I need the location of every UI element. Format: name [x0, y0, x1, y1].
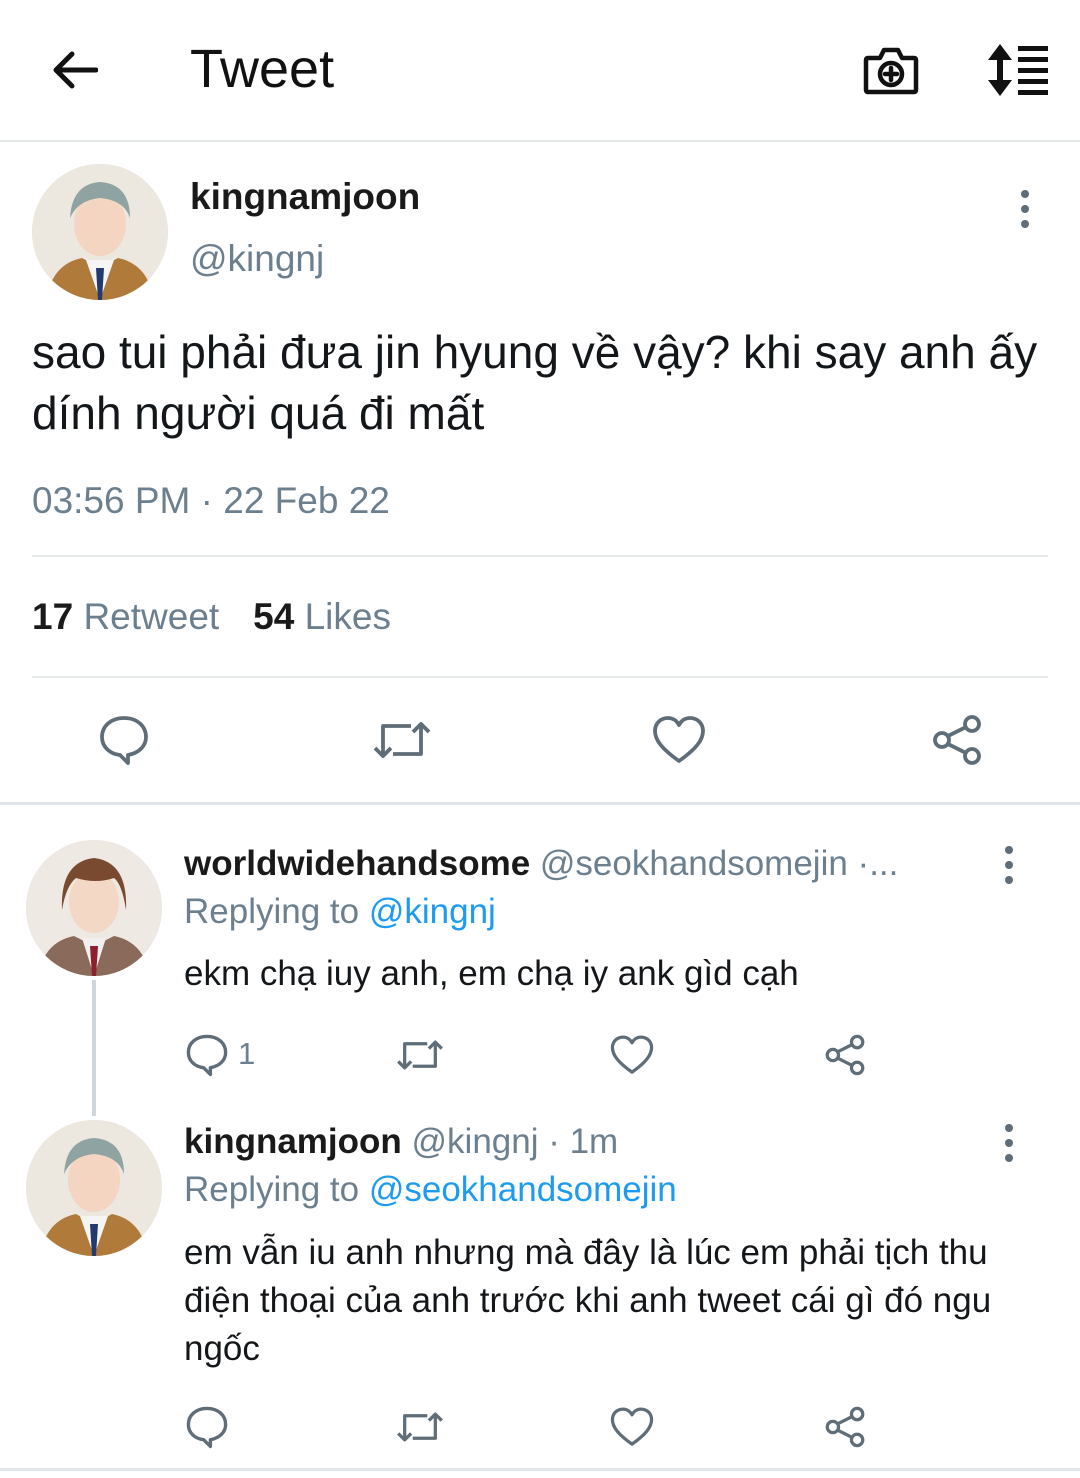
back-button[interactable] — [46, 44, 102, 96]
sort-button[interactable] — [984, 42, 1052, 98]
retweet-icon — [397, 1040, 443, 1070]
section-divider — [0, 802, 1080, 805]
like-icon — [653, 716, 705, 763]
top-bar: Tweet — [0, 0, 1080, 142]
reply-author-meta: @seokhandsomejin ·... — [539, 844, 899, 883]
reply-button[interactable] — [184, 1032, 230, 1078]
share-icon — [933, 715, 981, 765]
reply-count: 1 — [238, 1036, 256, 1071]
camera-button[interactable] — [862, 42, 920, 98]
share-icon — [825, 1034, 865, 1076]
avatar[interactable] — [32, 164, 168, 300]
divider — [32, 676, 1048, 678]
section-divider — [0, 1468, 1080, 1471]
like-button[interactable] — [608, 1404, 656, 1450]
reply-text: ekm chạ iuy anh, em chạ iy ank gìd cạh — [184, 954, 799, 993]
like-button[interactable] — [650, 712, 708, 768]
retweet-button[interactable] — [394, 1032, 446, 1078]
like-button[interactable] — [608, 1032, 656, 1078]
replying-to: Replying to @seokhandsomejin — [184, 1170, 677, 1209]
more-vertical-icon — [1005, 1124, 1013, 1132]
like-icon — [610, 1407, 654, 1446]
divider — [32, 555, 1048, 557]
retweet-icon — [397, 1412, 443, 1442]
retweet-button[interactable] — [394, 1404, 446, 1450]
reply-author-name[interactable]: kingnamjoon — [184, 1122, 402, 1161]
tweet-text: sao tui phải đưa jin hyung về vậy? khi s… — [32, 326, 1038, 439]
share-icon — [825, 1406, 865, 1448]
replying-to-link[interactable]: @seokhandsomejin — [369, 1170, 677, 1209]
reply-more-button[interactable] — [994, 840, 1024, 890]
more-vertical-icon — [1005, 846, 1013, 854]
share-button[interactable] — [822, 1404, 868, 1450]
avatar[interactable] — [26, 840, 162, 976]
tweet-author-name[interactable]: kingnamjoon — [190, 176, 420, 218]
reply-author-meta: @kingnj · 1m — [411, 1122, 619, 1161]
reply-text: em vẫn iu anh nhưng mà đây là lúc em phả… — [184, 1233, 992, 1368]
reply-author-name[interactable]: worldwidehandsome — [184, 844, 530, 883]
reply-icon — [100, 716, 148, 765]
avatar[interactable] — [26, 1120, 162, 1256]
like-icon — [610, 1035, 654, 1074]
retweet-stat[interactable]: 17 Retweet — [32, 596, 219, 637]
retweet-button[interactable] — [370, 712, 434, 768]
replying-to: Replying to @kingnj — [184, 892, 496, 931]
reply-author-line[interactable]: kingnamjoon @kingnj · 1m — [184, 1122, 618, 1162]
more-options-button[interactable] — [1010, 184, 1040, 234]
reply-button[interactable] — [184, 1404, 230, 1450]
share-button[interactable] — [928, 712, 986, 768]
thread-connector — [92, 980, 96, 1116]
tweet-author-handle[interactable]: @kingnj — [190, 238, 324, 280]
reply-author-line[interactable]: worldwidehandsome @seokhandsomejin ·... — [184, 844, 898, 884]
sort-icon — [988, 44, 1048, 96]
tweet-stats: 17 Retweet 54 Likes — [32, 596, 391, 638]
reply-button[interactable] — [96, 712, 152, 768]
replying-to-link[interactable]: @kingnj — [369, 892, 496, 931]
page-title: Tweet — [190, 39, 335, 99]
retweet-icon — [373, 722, 431, 758]
share-button[interactable] — [822, 1032, 868, 1078]
more-vertical-icon — [1021, 190, 1029, 198]
reply-icon — [186, 1406, 228, 1449]
reply-more-button[interactable] — [994, 1118, 1024, 1168]
camera-add-icon — [863, 47, 919, 95]
back-arrow-icon — [53, 51, 98, 89]
tweet-timestamp: 03:56 PM · 22 Feb 22 — [32, 480, 390, 521]
likes-stat[interactable]: 54 Likes — [253, 596, 391, 637]
reply-icon — [186, 1034, 228, 1077]
